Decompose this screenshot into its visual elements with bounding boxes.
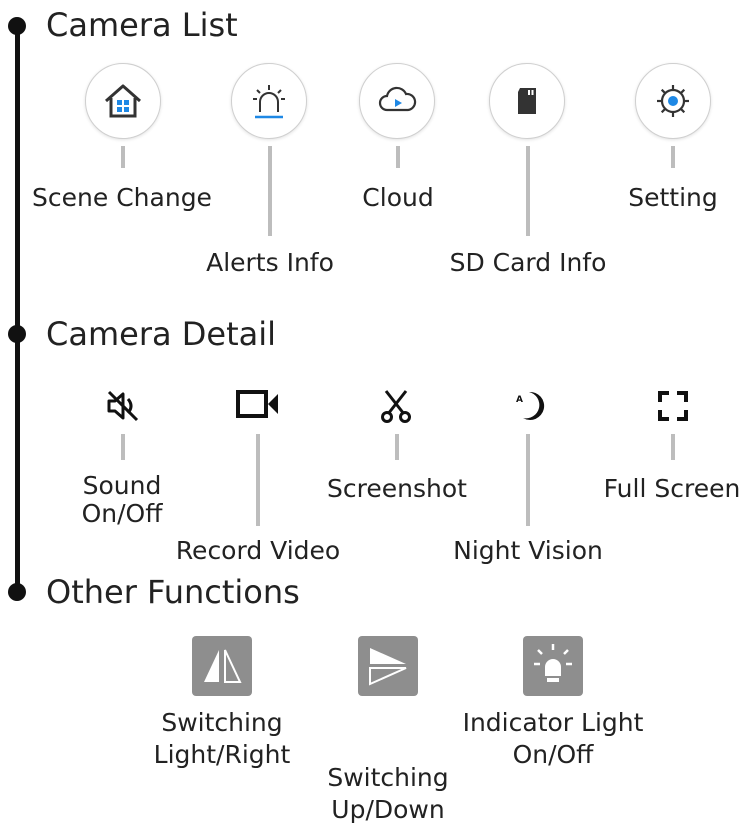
connector-sd-card-info: [526, 146, 530, 236]
moon-icon[interactable]: A: [513, 388, 549, 424]
label-indicator-light: Indicator Light On/Off: [462, 708, 644, 769]
label-sound-on-off: Sound On/Off: [81, 471, 163, 528]
connector-night-vision: [526, 434, 530, 526]
label-full-screen: Full Screen: [603, 474, 741, 503]
cloud-icon: [378, 86, 417, 112]
section-title-camera-detail: Camera Detail: [46, 315, 277, 353]
connector-sound: [121, 434, 125, 460]
section-title-other-functions: Other Functions: [46, 573, 300, 611]
flip-icon: [369, 648, 407, 686]
light-bulb-icon: [534, 644, 572, 682]
label-setting: Setting: [628, 183, 718, 212]
timeline-dot-camera-list: [8, 17, 26, 35]
label-switching-left-right: Switching Light/Right: [153, 708, 291, 769]
scissors-icon[interactable]: [378, 388, 414, 424]
timeline-dot-other-functions: [8, 583, 26, 601]
label-switching-up-down: Switching Up/Down: [327, 763, 449, 824]
switching-up-down-button[interactable]: [358, 636, 418, 696]
label-night-vision: Night Vision: [453, 536, 603, 565]
setting-button[interactable]: [635, 63, 711, 139]
cloud-button[interactable]: [359, 63, 435, 139]
switching-left-right-button[interactable]: [192, 636, 252, 696]
connector-screenshot: [395, 434, 399, 460]
video-camera-icon[interactable]: [235, 386, 281, 422]
label-record-video: Record Video: [175, 536, 341, 565]
house-icon: [105, 84, 141, 118]
connector-full-screen: [671, 434, 675, 460]
svg-text:A: A: [516, 395, 523, 405]
connector-cloud: [396, 146, 400, 168]
section-title-camera-list: Camera List: [46, 6, 238, 44]
fullscreen-icon[interactable]: [655, 388, 691, 424]
alerts-info-button[interactable]: [231, 63, 307, 139]
label-cloud: Cloud: [362, 183, 434, 212]
connector-setting: [671, 146, 675, 168]
alarm-icon: [253, 85, 285, 119]
mirror-icon: [204, 649, 242, 683]
label-screenshot: Screenshot: [327, 474, 467, 503]
connector-scene-change: [121, 146, 125, 168]
label-scene-change: Scene Change: [32, 183, 212, 212]
timeline-line: [15, 26, 20, 592]
gear-icon: [657, 85, 689, 117]
sd-card-info-button[interactable]: [489, 63, 565, 139]
scene-change-button[interactable]: [85, 63, 161, 139]
label-alerts-info: Alerts Info: [206, 248, 334, 277]
connector-alerts-info: [268, 146, 272, 236]
mute-icon[interactable]: [105, 388, 141, 424]
timeline-dot-camera-detail: [8, 325, 26, 343]
connector-record-video: [256, 434, 260, 526]
indicator-light-button[interactable]: [523, 636, 583, 696]
label-sd-card-info: SD Card Info: [449, 248, 607, 277]
sd-card-icon: [518, 88, 536, 114]
